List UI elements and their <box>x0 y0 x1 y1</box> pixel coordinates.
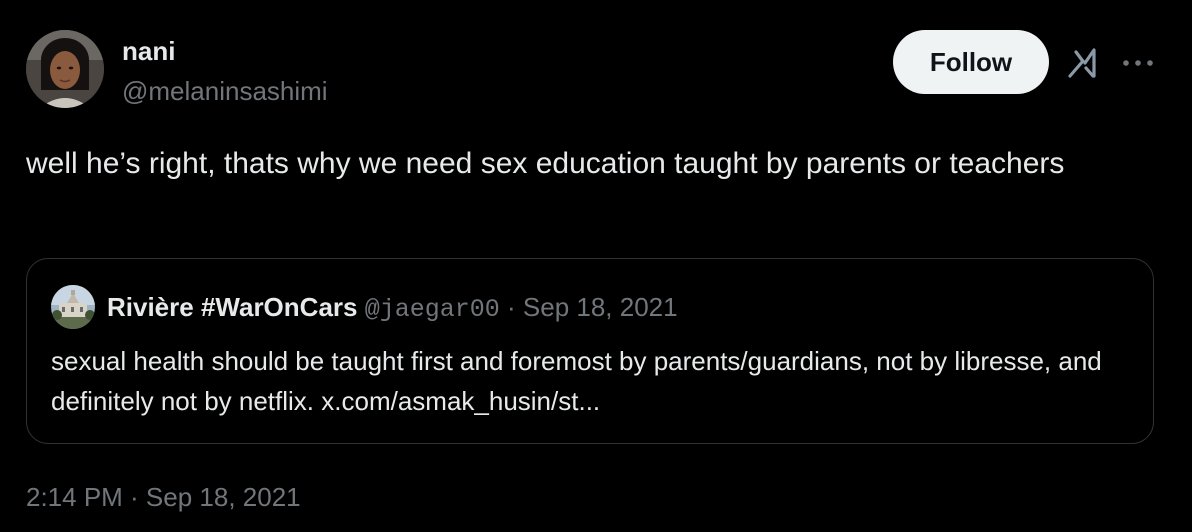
tweet-timestamp[interactable]: 2:14 PM · Sep 18, 2021 <box>26 480 301 514</box>
more-dots-icon[interactable] <box>1118 46 1158 80</box>
author-avatar[interactable] <box>26 30 104 108</box>
quote-separator: · <box>506 292 516 322</box>
quote-header: Rivière #WarOnCars @jaegar00 · Sep 18, 2… <box>107 291 678 326</box>
user-avatar-icon <box>26 30 104 108</box>
author-display-name[interactable]: nani <box>122 36 175 66</box>
quote-handle[interactable]: @jaegar00 <box>365 295 500 324</box>
quote-display-name[interactable]: Rivière #WarOnCars <box>107 292 357 322</box>
quote-date[interactable]: Sep 18, 2021 <box>523 292 678 322</box>
quote-text: sexual health should be taught first and… <box>51 346 1102 416</box>
follow-button[interactable]: Follow <box>893 30 1049 94</box>
tweet-text: well he’s right, thats why we need sex e… <box>26 147 1065 180</box>
author-handle[interactable]: @melaninsashimi <box>122 76 328 106</box>
grok-icon[interactable] <box>1066 46 1100 80</box>
quote-tweet-card[interactable]: Rivière #WarOnCars @jaegar00 · Sep 18, 2… <box>26 258 1154 444</box>
tweet-card: nani @melaninsashimi Follow well he’s ri… <box>0 0 1192 532</box>
building-avatar-icon <box>51 285 95 329</box>
quote-author-avatar[interactable] <box>51 285 95 329</box>
